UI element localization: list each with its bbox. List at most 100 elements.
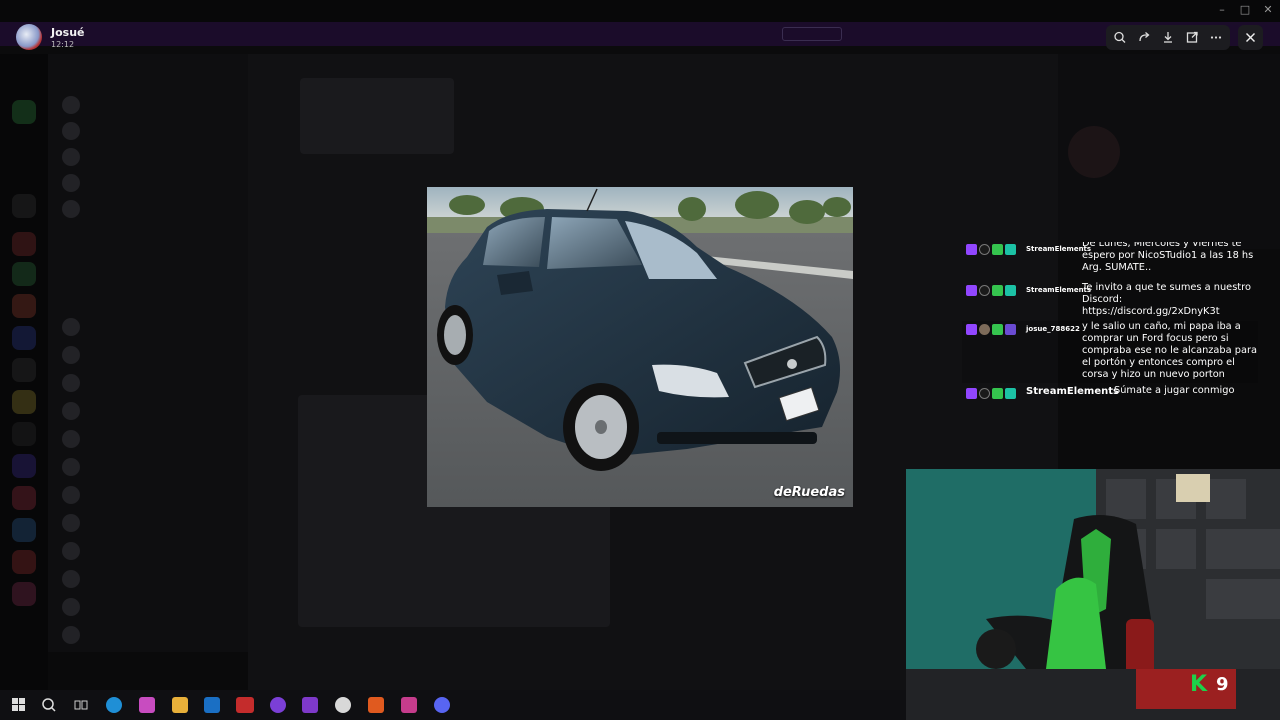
- dm-list-item: [62, 318, 88, 336]
- chat-text: Súmate a jugar conmigo: [1114, 385, 1235, 396]
- sword-badge-icon: [979, 388, 990, 399]
- server-icon: [12, 262, 36, 286]
- dm-list-item: [62, 402, 88, 420]
- server-icon: [12, 232, 36, 256]
- dm-list-item: [62, 374, 88, 392]
- author-name: Josué: [51, 26, 85, 39]
- bot-badge-icon: [1005, 285, 1016, 296]
- close-icon[interactable]: [1238, 25, 1263, 50]
- chat-text: Te invito a que te sumes a nuestro Disco…: [1082, 282, 1251, 317]
- profile-avatar: [1068, 126, 1120, 178]
- chat-badges: [966, 324, 1018, 336]
- user-avatar-icon: [979, 324, 990, 335]
- server-icon: [12, 326, 36, 350]
- pencil-badge-icon: [992, 324, 1003, 335]
- server-icon: [12, 422, 36, 446]
- server-icon: [12, 100, 36, 124]
- dm-list-item: [62, 148, 88, 166]
- banner-button: [782, 27, 842, 41]
- chat-username: StreamElements: [1026, 386, 1119, 397]
- chat-badges: [966, 388, 1018, 400]
- twitch-icon: [966, 285, 977, 296]
- dm-list-item: [62, 598, 88, 616]
- dm-list-item: [62, 122, 88, 140]
- chat-text: y le salio un caño, mi papa iba a compra…: [1082, 321, 1258, 380]
- pencil-badge-icon: [992, 244, 1003, 255]
- open-external-icon[interactable]: [1180, 25, 1204, 50]
- user-panel: [48, 652, 248, 690]
- chat-badges: [966, 244, 1018, 256]
- server-icon: [12, 486, 36, 510]
- server-icon: [12, 294, 36, 318]
- photo-watermark: deRuedas: [773, 485, 845, 500]
- zoom-in-icon[interactable]: [1108, 25, 1132, 50]
- forward-icon[interactable]: [1132, 25, 1156, 50]
- maximize-icon[interactable]: □: [1239, 4, 1251, 16]
- stream-chat-message: StreamElements Te invito a que te sumes …: [962, 282, 1258, 320]
- file-explorer-icon[interactable]: [172, 697, 188, 713]
- server-icon: [12, 518, 36, 542]
- dm-list-item: [62, 96, 88, 114]
- sword-badge-icon: [979, 244, 990, 255]
- dm-list-item: [62, 458, 88, 476]
- notice-banner: [0, 22, 1280, 46]
- chat-text: De Lunes, Miércoles y Viernes te espero …: [1082, 242, 1254, 273]
- chat-username: josue_788622: [1026, 325, 1080, 333]
- stream-chat-message: josue_788622 y le salio un caño, mi papa…: [962, 321, 1258, 383]
- profile-panel: [1058, 54, 1280, 249]
- chat-badges: [966, 285, 1018, 297]
- car-photo[interactable]: deRuedas: [427, 187, 853, 507]
- more-icon[interactable]: [1204, 25, 1228, 50]
- dm-list: [48, 54, 248, 690]
- edge-browser-icon[interactable]: [106, 697, 122, 713]
- twitch-icon: [966, 388, 977, 399]
- discord-icon[interactable]: [434, 697, 450, 713]
- subscriber-badge-icon: [1005, 324, 1016, 335]
- download-icon[interactable]: [1156, 25, 1180, 50]
- windows-start-icon[interactable]: [8, 695, 30, 715]
- server-list: [0, 54, 48, 690]
- server-icon: [12, 358, 36, 382]
- app-icon[interactable]: [302, 697, 318, 713]
- bot-badge-icon: [1005, 388, 1016, 399]
- brave-browser-icon[interactable]: [368, 697, 384, 713]
- viewer-toolbar: [1106, 25, 1230, 50]
- kick-logo-icon: K: [1190, 672, 1208, 697]
- server-icon: [12, 194, 36, 218]
- dm-list-item: [62, 542, 88, 560]
- task-view-icon[interactable]: [70, 695, 92, 715]
- voicemeeter-icon[interactable]: [236, 697, 254, 713]
- dm-list-item: [62, 486, 88, 504]
- copilot-icon[interactable]: [139, 697, 155, 713]
- dm-list-item: [62, 174, 88, 192]
- dm-list-item: [62, 346, 88, 364]
- server-icon: [12, 582, 36, 606]
- twitch-icon: [966, 244, 977, 255]
- window-titlebar: – □ ✕: [0, 0, 1280, 22]
- twitch-icon: [966, 324, 977, 335]
- dm-list-item: [62, 200, 88, 218]
- bot-badge-icon: [1005, 244, 1016, 255]
- server-icon: [12, 390, 36, 414]
- obs-icon[interactable]: [335, 697, 351, 713]
- dm-list-item: [62, 570, 88, 588]
- window-close-icon[interactable]: ✕: [1262, 4, 1274, 16]
- pencil-badge-icon: [992, 388, 1003, 399]
- dm-list-item: [62, 626, 88, 644]
- server-icon: [12, 454, 36, 478]
- message-time: 12:12: [51, 40, 75, 49]
- server-icon: [12, 550, 36, 574]
- dm-list-item: [62, 430, 88, 448]
- chat-attachment: [300, 78, 454, 154]
- stream-chat-message: StreamElements Súmate a jugar conmigo: [962, 385, 1258, 401]
- app-icon[interactable]: [270, 697, 286, 713]
- app-icon[interactable]: [401, 697, 417, 713]
- sword-badge-icon: [979, 285, 990, 296]
- search-icon[interactable]: [38, 695, 60, 715]
- avatar: [16, 24, 42, 50]
- stream-chat-message: StreamElements De Lunes, Miércoles y Vie…: [962, 242, 1258, 278]
- pencil-badge-icon: [992, 285, 1003, 296]
- outlook-icon[interactable]: [204, 697, 220, 713]
- follower-count: 9: [1216, 674, 1229, 695]
- minimize-icon[interactable]: –: [1216, 4, 1228, 16]
